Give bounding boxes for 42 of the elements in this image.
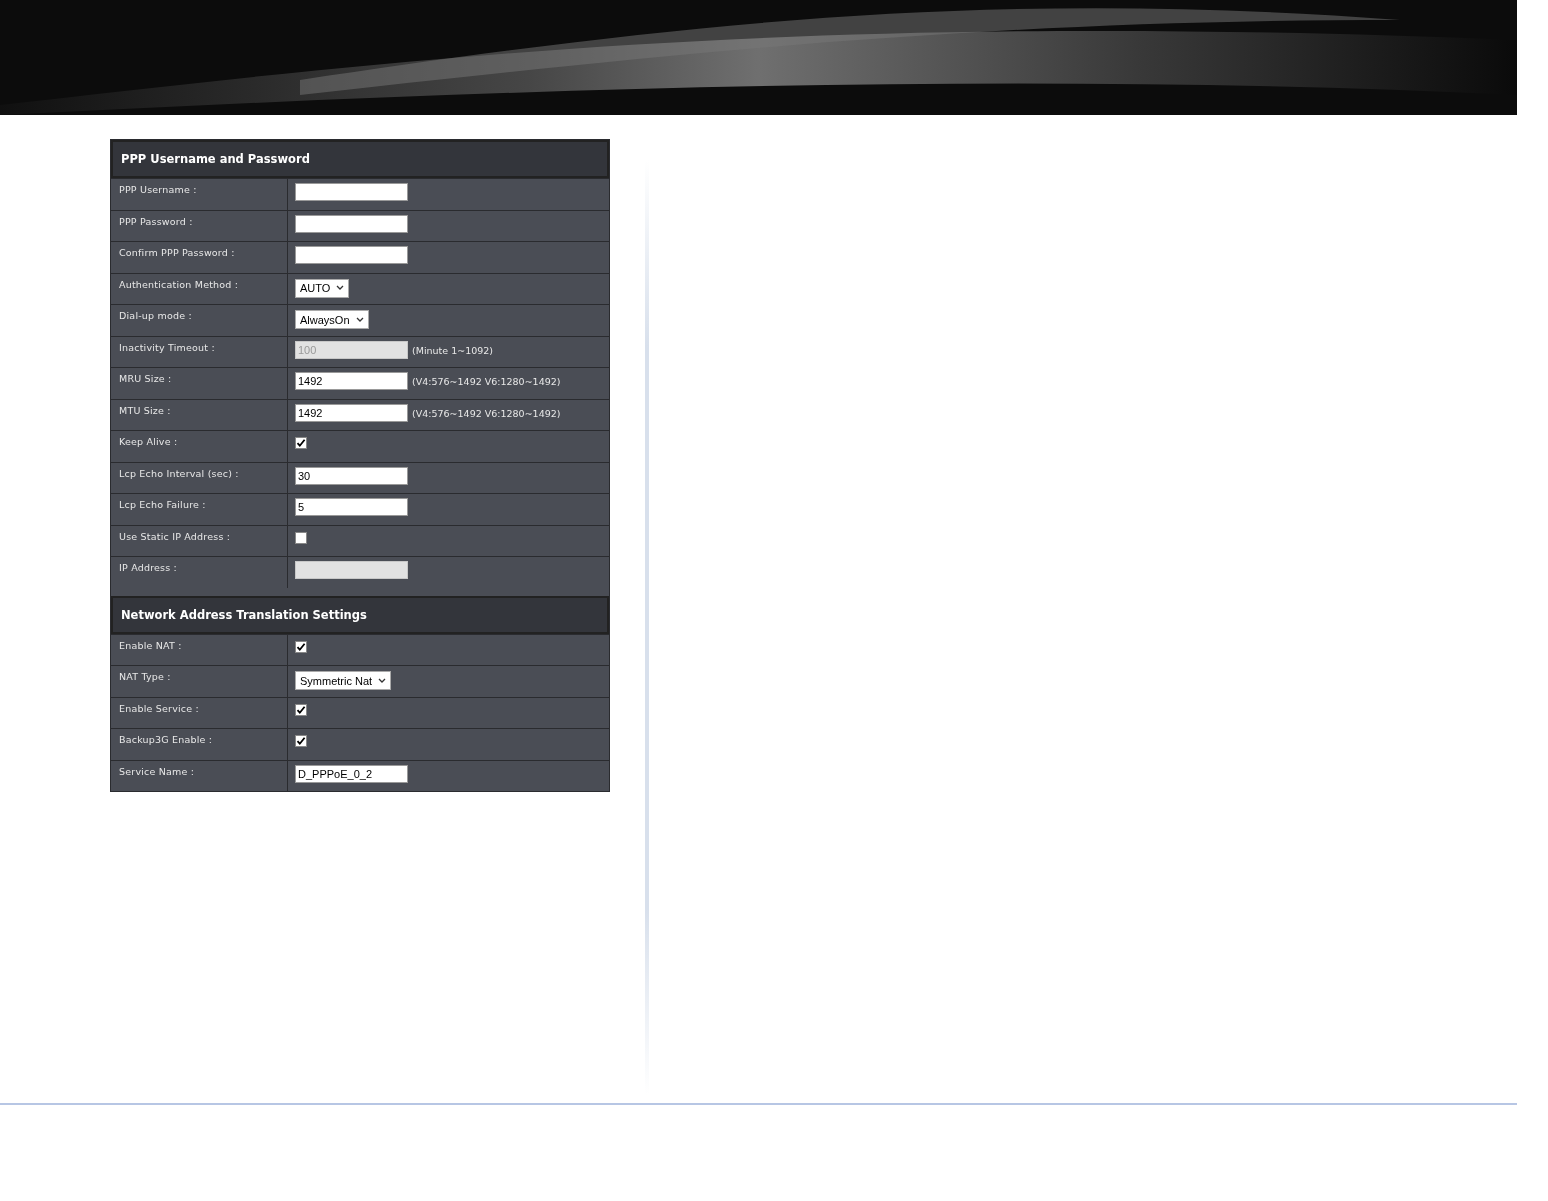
hint-text: (Minute 1~1092): [412, 344, 494, 356]
dropdown[interactable]: AUTO: [295, 278, 350, 298]
checkbox[interactable]: [295, 640, 307, 653]
field-label: Service Name :: [111, 760, 288, 791]
text-field[interactable]: 5: [295, 498, 408, 516]
checkbox[interactable]: [295, 735, 307, 747]
text-field[interactable]: [295, 183, 408, 201]
section-header: Network Address Translation Settings: [111, 595, 609, 634]
text-field[interactable]: 1492: [295, 403, 408, 422]
field-label: Lcp Echo Interval (sec) :: [111, 462, 288, 493]
text-field[interactable]: 30: [295, 466, 408, 485]
caret-icon: [378, 677, 387, 684]
field-label: PPP Password :: [111, 210, 288, 241]
hint-text: (V4:576~1492 V6:1280~1492): [412, 407, 561, 419]
section-header: PPP Username and Password: [111, 140, 609, 178]
field-label: Use Static IP Address :: [111, 525, 288, 556]
field-label: Dial-up mode :: [111, 305, 288, 336]
field-label: Enable NAT :: [111, 634, 288, 665]
field-label: Inactivity Timeout :: [111, 336, 288, 367]
text-field[interactable]: [295, 246, 408, 264]
text-field[interactable]: [295, 214, 408, 233]
hint-text: (V4:576~1492 V6:1280~1492): [412, 376, 561, 387]
field-label: MTU Size :: [111, 399, 288, 430]
text-field[interactable]: D_PPPoE_0_2: [295, 764, 408, 783]
field-label: IP Address :: [111, 557, 288, 588]
dropdown[interactable]: AlwaysOn: [295, 310, 369, 329]
checkbox[interactable]: [295, 437, 307, 449]
field-label: Backup3G Enable :: [111, 729, 288, 760]
field-label: Lcp Echo Failure :: [111, 494, 288, 525]
checkbox[interactable]: [295, 531, 307, 544]
dropdown[interactable]: Symmetric Nat: [295, 671, 392, 690]
checkbox[interactable]: [295, 703, 307, 716]
field-label: MRU Size :: [111, 368, 288, 399]
field-label: PPP Username :: [111, 179, 288, 210]
field-label: Enable Service :: [111, 697, 288, 728]
field-label: NAT Type :: [111, 666, 288, 697]
field-label: Authentication Method :: [111, 273, 288, 304]
caret-icon: [355, 316, 364, 323]
field-label: Confirm PPP Password :: [111, 242, 288, 273]
field-label: Keep Alive :: [111, 431, 288, 462]
caret-icon: [336, 285, 345, 291]
text-field[interactable]: 1492: [295, 372, 408, 390]
